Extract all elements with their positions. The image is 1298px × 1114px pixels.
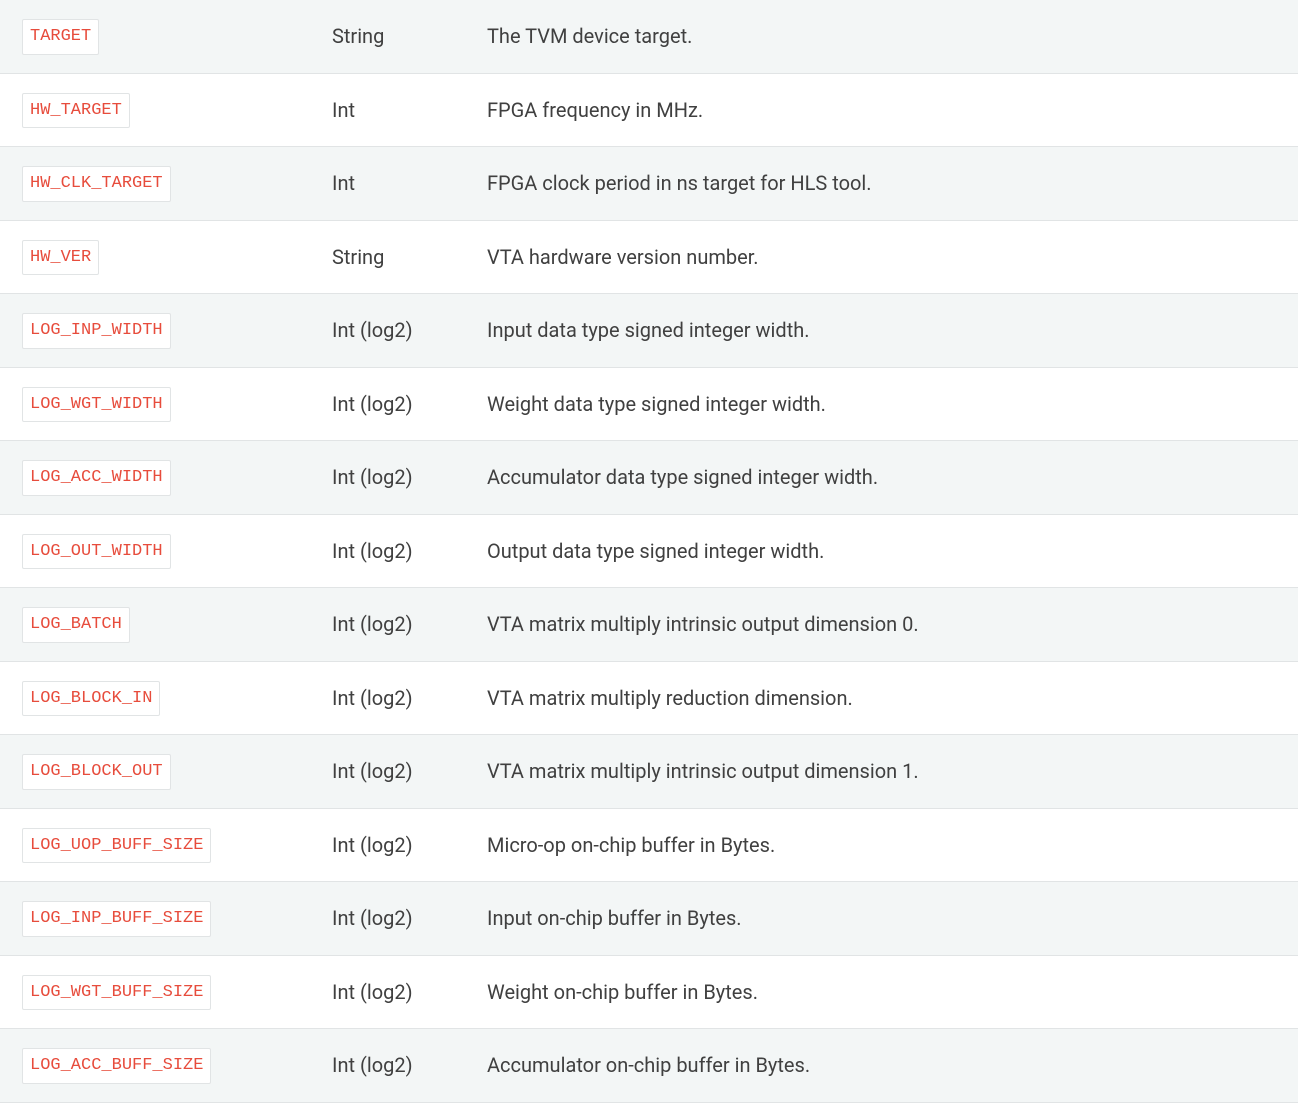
attr-cell: TARGET (0, 0, 310, 73)
table-row: LOG_ACC_BUFF_SIZE Int (log2) Accumulator… (0, 1029, 1298, 1103)
attr-cell: LOG_INP_WIDTH (0, 294, 310, 368)
type-cell: Int (log2) (310, 367, 465, 441)
type-cell: String (310, 220, 465, 294)
attr-code: LOG_BATCH (22, 607, 130, 643)
desc-cell: Accumulator on-chip buffer in Bytes. (465, 1029, 1298, 1103)
table-row: LOG_WGT_BUFF_SIZE Int (log2) Weight on-c… (0, 955, 1298, 1029)
desc-cell: Accumulator data type signed integer wid… (465, 441, 1298, 515)
desc-cell: VTA hardware version number. (465, 220, 1298, 294)
table-row: LOG_BATCH Int (log2) VTA matrix multiply… (0, 588, 1298, 662)
desc-cell: Weight data type signed integer width. (465, 367, 1298, 441)
type-cell: Int (log2) (310, 661, 465, 735)
attr-code: HW_VER (22, 240, 99, 276)
desc-cell: VTA matrix multiply intrinsic output dim… (465, 588, 1298, 662)
attr-code: LOG_ACC_WIDTH (22, 460, 171, 496)
attr-cell: HW_TARGET (0, 73, 310, 147)
table-row: HW_VER String VTA hardware version numbe… (0, 220, 1298, 294)
attr-cell: LOG_OUT_WIDTH (0, 514, 310, 588)
attr-cell: LOG_BLOCK_IN (0, 661, 310, 735)
table-row: LOG_INP_WIDTH Int (log2) Input data type… (0, 294, 1298, 368)
table-row: LOG_ACC_WIDTH Int (log2) Accumulator dat… (0, 441, 1298, 515)
attr-cell: HW_CLK_TARGET (0, 147, 310, 221)
table-row: LOG_OUT_WIDTH Int (log2) Output data typ… (0, 514, 1298, 588)
desc-cell: Output data type signed integer width. (465, 514, 1298, 588)
type-cell: Int (log2) (310, 808, 465, 882)
attr-code: LOG_UOP_BUFF_SIZE (22, 828, 211, 864)
desc-cell: FPGA clock period in ns target for HLS t… (465, 147, 1298, 221)
attr-cell: LOG_WGT_BUFF_SIZE (0, 955, 310, 1029)
attr-code: LOG_ACC_BUFF_SIZE (22, 1048, 211, 1084)
attr-cell: LOG_ACC_WIDTH (0, 441, 310, 515)
table-body: TARGET String The TVM device target. HW_… (0, 0, 1298, 1102)
attr-code: LOG_WGT_BUFF_SIZE (22, 975, 211, 1011)
type-cell: Int (log2) (310, 441, 465, 515)
attr-code: LOG_INP_WIDTH (22, 313, 171, 349)
attr-cell: LOG_BATCH (0, 588, 310, 662)
type-cell: Int (log2) (310, 955, 465, 1029)
attr-code: LOG_BLOCK_OUT (22, 754, 171, 790)
table-row: LOG_INP_BUFF_SIZE Int (log2) Input on-ch… (0, 882, 1298, 956)
type-cell: Int (log2) (310, 514, 465, 588)
table-row: LOG_BLOCK_IN Int (log2) VTA matrix multi… (0, 661, 1298, 735)
type-cell: Int (310, 73, 465, 147)
table-row: LOG_UOP_BUFF_SIZE Int (log2) Micro-op on… (0, 808, 1298, 882)
attr-code: LOG_BLOCK_IN (22, 681, 160, 717)
desc-cell: Weight on-chip buffer in Bytes. (465, 955, 1298, 1029)
table-row: HW_TARGET Int FPGA frequency in MHz. (0, 73, 1298, 147)
type-cell: Int (log2) (310, 735, 465, 809)
table-row: LOG_WGT_WIDTH Int (log2) Weight data typ… (0, 367, 1298, 441)
attr-code: HW_TARGET (22, 93, 130, 129)
attr-code: LOG_OUT_WIDTH (22, 534, 171, 570)
config-attributes-table: TARGET String The TVM device target. HW_… (0, 0, 1298, 1103)
desc-cell: VTA matrix multiply reduction dimension. (465, 661, 1298, 735)
attr-code: LOG_WGT_WIDTH (22, 387, 171, 423)
attr-cell: LOG_WGT_WIDTH (0, 367, 310, 441)
attr-cell: LOG_ACC_BUFF_SIZE (0, 1029, 310, 1103)
type-cell: Int (log2) (310, 1029, 465, 1103)
attr-cell: HW_VER (0, 220, 310, 294)
attr-cell: LOG_INP_BUFF_SIZE (0, 882, 310, 956)
table-row: HW_CLK_TARGET Int FPGA clock period in n… (0, 147, 1298, 221)
type-cell: Int (log2) (310, 588, 465, 662)
desc-cell: Micro-op on-chip buffer in Bytes. (465, 808, 1298, 882)
type-cell: Int (310, 147, 465, 221)
type-cell: Int (log2) (310, 294, 465, 368)
desc-cell: FPGA frequency in MHz. (465, 73, 1298, 147)
desc-cell: The TVM device target. (465, 0, 1298, 73)
table-row: LOG_BLOCK_OUT Int (log2) VTA matrix mult… (0, 735, 1298, 809)
desc-cell: VTA matrix multiply intrinsic output dim… (465, 735, 1298, 809)
attr-cell: LOG_BLOCK_OUT (0, 735, 310, 809)
table-row: TARGET String The TVM device target. (0, 0, 1298, 73)
desc-cell: Input on-chip buffer in Bytes. (465, 882, 1298, 956)
attr-code: LOG_INP_BUFF_SIZE (22, 901, 211, 937)
type-cell: String (310, 0, 465, 73)
attr-cell: LOG_UOP_BUFF_SIZE (0, 808, 310, 882)
type-cell: Int (log2) (310, 882, 465, 956)
attr-code: HW_CLK_TARGET (22, 166, 171, 202)
attr-code: TARGET (22, 19, 99, 55)
desc-cell: Input data type signed integer width. (465, 294, 1298, 368)
